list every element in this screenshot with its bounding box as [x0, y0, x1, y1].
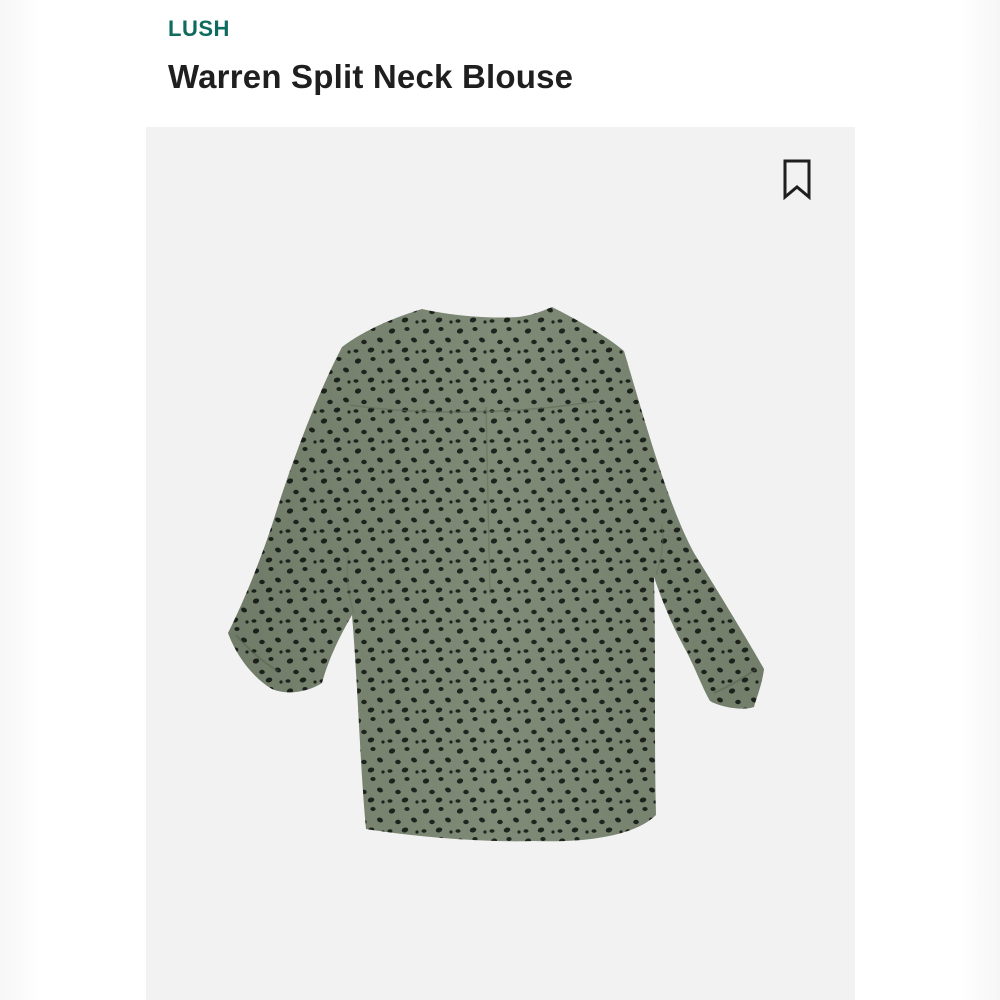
product-header: LUSH Warren Split Neck Blouse	[146, 0, 855, 127]
product-card: LUSH Warren Split Neck Blouse	[146, 0, 855, 1000]
page: LUSH Warren Split Neck Blouse	[0, 0, 1000, 1000]
product-image-area[interactable]	[146, 127, 855, 1000]
brand-name[interactable]: LUSH	[168, 16, 230, 42]
bookmark-icon[interactable]	[782, 159, 812, 201]
product-image	[216, 295, 776, 855]
blouse-illustration	[228, 307, 764, 842]
product-title: Warren Split Neck Blouse	[168, 58, 574, 95]
